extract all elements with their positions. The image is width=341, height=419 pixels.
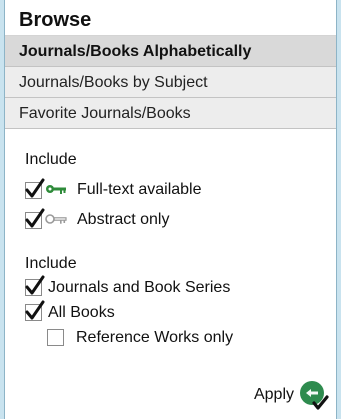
all-books-label: All Books: [48, 303, 115, 321]
checkmark-icon: [25, 178, 45, 197]
all-books-checkbox[interactable]: [25, 300, 45, 321]
browse-title: Browse: [5, 0, 336, 36]
full-text-option: Full-text available: [25, 175, 336, 205]
full-text-label: Full-text available: [77, 181, 202, 198]
tab-favorite-journals-books[interactable]: Favorite Journals/Books: [5, 98, 336, 129]
access-filter-label: Include: [25, 151, 77, 168]
apply-button-label[interactable]: Apply: [254, 386, 294, 404]
gray-key-icon: [45, 213, 67, 227]
browse-panel: Browse Journals/Books Alphabetically Jou…: [4, 0, 337, 419]
checkmark-icon: [25, 275, 45, 295]
tab-journals-books-alphabetically[interactable]: Journals/Books Alphabetically: [5, 36, 336, 67]
reference-works-label: Reference Works only: [76, 328, 234, 346]
abstract-option: Abstract only: [25, 205, 336, 235]
journals-series-checkbox[interactable]: [25, 275, 45, 296]
journals-series-label: Journals and Book Series: [48, 278, 231, 296]
full-text-checkbox[interactable]: [25, 178, 45, 199]
access-filter-section: Include Full-text available Abstract onl…: [5, 151, 336, 235]
reference-works-option: Reference Works only: [25, 325, 336, 350]
apply-control: Apply: [254, 379, 330, 411]
content-filter-label: Include: [25, 255, 77, 272]
journals-series-option: Journals and Book Series: [25, 275, 336, 300]
green-key-icon: [45, 183, 67, 197]
checkmark-icon: [25, 300, 45, 320]
tab-journals-books-by-subject[interactable]: Journals/Books by Subject: [5, 67, 336, 98]
all-books-option: All Books: [25, 300, 336, 325]
reference-works-checkbox[interactable]: [47, 329, 64, 346]
green-circle-check-icon: [300, 381, 329, 410]
checkmark-icon: [25, 208, 45, 227]
abstract-label: Abstract only: [77, 211, 170, 228]
apply-button[interactable]: [298, 379, 330, 411]
content-filter-section: Include Journals and Book Series All Boo…: [5, 255, 336, 350]
abstract-checkbox[interactable]: [25, 208, 45, 229]
